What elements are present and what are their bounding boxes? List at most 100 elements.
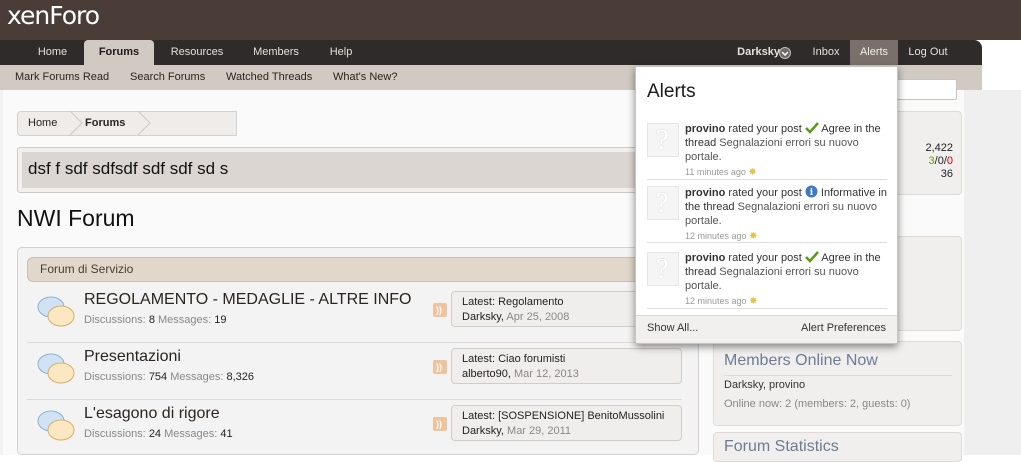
site-header: xenForo (0, 0, 1021, 40)
search-input[interactable] (895, 79, 957, 100)
alert-time: 12 minutes ago ✸ (685, 231, 758, 242)
alert-rating: Informative (820, 187, 876, 199)
show-all-link[interactable]: Show All... (647, 322, 698, 334)
discussions-label: Discussions: (84, 371, 146, 383)
chevron-down-icon[interactable] (779, 47, 791, 59)
messages-label: Messages: (158, 314, 212, 326)
tab-home[interactable]: Home (25, 40, 80, 65)
latest-date: Apr 25, 2008 (506, 311, 570, 323)
members-online-title[interactable]: Members Online Now (724, 352, 878, 370)
latest-user-link[interactable]: Darksky, (462, 311, 504, 323)
main-nav: Home Forums Resources Members Help Darks… (0, 40, 982, 65)
info-icon: i (805, 185, 818, 198)
tab-members[interactable]: Members (245, 40, 307, 65)
alert-item[interactable]: ? provino rated your post Agree in the t… (647, 246, 887, 309)
latest-thread-link[interactable]: Regolamento (498, 296, 563, 308)
alert-time: 11 minutes ago ✸ (685, 167, 757, 178)
latest-label: Latest: (462, 353, 496, 365)
members-online-block: Members Online Now Darksky, provino Onli… (713, 341, 962, 426)
forum-stats: Discussions: 24 Messages: 41 (84, 428, 233, 440)
forum-row: REGOLAMENTO - MEDAGLIE - ALTRE INFO Disc… (27, 286, 682, 343)
rss-icon[interactable]: )) (433, 360, 447, 374)
forum-title[interactable]: Presentazioni (84, 348, 181, 366)
forum-title[interactable]: REGOLAMENTO - MEDAGLIE - ALTRE INFO (84, 291, 411, 309)
new-star-icon: ✸ (749, 296, 758, 307)
discussions-count: 24 (148, 428, 162, 440)
discussions-label: Discussions: (84, 428, 146, 440)
avatar[interactable]: ? (647, 252, 679, 286)
breadcrumb-separator (137, 111, 151, 136)
new-star-icon: ✸ (749, 231, 758, 242)
rss-icon[interactable]: )) (433, 417, 447, 431)
stat-value: 36 (940, 168, 953, 180)
forum-stats: Discussions: 8 Messages: 19 (84, 314, 227, 326)
discussions-count: 754 (148, 371, 168, 383)
members-online-users[interactable]: Darksky, provino (724, 379, 805, 391)
alert-user[interactable]: provino (685, 123, 725, 135)
user-menu[interactable]: Darksky (730, 40, 780, 65)
alert-user[interactable]: provino (685, 252, 725, 264)
alerts-popup: Alerts ? provino rated your post Agree i… (635, 66, 898, 344)
watched-threads-link[interactable]: Watched Threads (226, 65, 312, 90)
latest-user-link[interactable]: Darksky, (462, 425, 504, 437)
alerts-popup-footer: Show All... Alert Preferences (636, 315, 897, 343)
latest-thread-link[interactable]: [SOSPENSIONE] BenitoMussolini (498, 410, 664, 422)
whats-new-link[interactable]: What's New? (333, 65, 397, 90)
alert-item[interactable]: ? provino rated your post i Informative … (647, 180, 887, 243)
alert-user[interactable]: provino (685, 187, 725, 199)
members-online-count: Online now: 2 (members: 2, guests: 0) (724, 398, 911, 410)
check-icon (804, 122, 819, 134)
category-header[interactable]: Forum di Servizio (27, 257, 682, 282)
site-logo[interactable]: xenForo (7, 1, 100, 30)
alert-text: provino rated your post Agree in the thr… (685, 122, 887, 180)
alert-rating: Agree (821, 252, 851, 264)
svg-text:i: i (810, 188, 814, 198)
tab-forums[interactable]: Forums (84, 40, 154, 65)
forum-bubbles-icon (37, 353, 75, 384)
latest-thread-link[interactable]: Ciao forumisti (498, 353, 565, 365)
forum-stats-block: Forum Statistics (713, 432, 962, 462)
alert-text: provino rated your post i Informative in… (685, 185, 887, 242)
forum-stats: Discussions: 754 Messages: 8,326 (84, 371, 254, 383)
rss-icon[interactable]: )) (433, 303, 447, 317)
latest-post: Latest: [SOSPENSIONE] BenitoMussolini Da… (451, 405, 682, 441)
latest-post: Latest: Ciao forumisti alberto90, Mar 12… (451, 348, 682, 384)
forum-row: Presentazioni Discussions: 754 Messages:… (27, 343, 682, 400)
latest-date: Mar 29, 2011 (507, 425, 572, 437)
logout-link[interactable]: Log Out (903, 40, 953, 65)
messages-count: 8,326 (226, 371, 255, 383)
breadcrumb: Home Forums (17, 111, 237, 136)
forum-bubbles-icon (37, 296, 75, 327)
page-margin (964, 90, 1021, 455)
breadcrumb-forums[interactable]: Forums (85, 112, 125, 135)
alerts-popup-title: Alerts (647, 81, 696, 102)
alert-time: 12 minutes ago ✸ (685, 296, 758, 307)
messages-count: 41 (220, 428, 233, 440)
forum-title[interactable]: L'esagono di rigore (84, 405, 220, 423)
tab-resources[interactable]: Resources (162, 40, 232, 65)
latest-label: Latest: (462, 296, 496, 308)
alert-rating: Agree (821, 123, 851, 135)
messages-label: Messages: (170, 371, 224, 383)
alert-item[interactable]: ? provino rated your post Agree in the t… (647, 117, 887, 180)
inbox-link[interactable]: Inbox (805, 40, 847, 65)
breadcrumb-home[interactable]: Home (28, 112, 57, 135)
check-icon (804, 251, 819, 263)
alert-preferences-link[interactable]: Alert Preferences (801, 322, 886, 334)
latest-date: Mar 12, 2013 (514, 368, 579, 380)
discussions-count: 8 (148, 314, 155, 326)
stat-value-ratings: 3/0/0 (928, 155, 954, 167)
search-forums-link[interactable]: Search Forums (130, 65, 205, 90)
forum-stats-title: Forum Statistics (724, 438, 839, 455)
avatar[interactable]: ? (647, 186, 679, 220)
alert-text: provino rated your post Agree in the thr… (685, 251, 887, 309)
latest-user-link[interactable]: alberto90, (462, 368, 511, 380)
mark-forums-read-link[interactable]: Mark Forums Read (15, 65, 109, 90)
alerts-link[interactable]: Alerts (850, 40, 898, 65)
messages-label: Messages: (164, 428, 218, 440)
avatar[interactable]: ? (647, 123, 679, 157)
notice-text: dsf f sdf sdfsdf sdf sdf sd s (28, 159, 229, 178)
tab-help[interactable]: Help (321, 40, 361, 65)
discussions-label: Discussions: (84, 314, 146, 326)
page-title: NWI Forum (17, 205, 135, 231)
